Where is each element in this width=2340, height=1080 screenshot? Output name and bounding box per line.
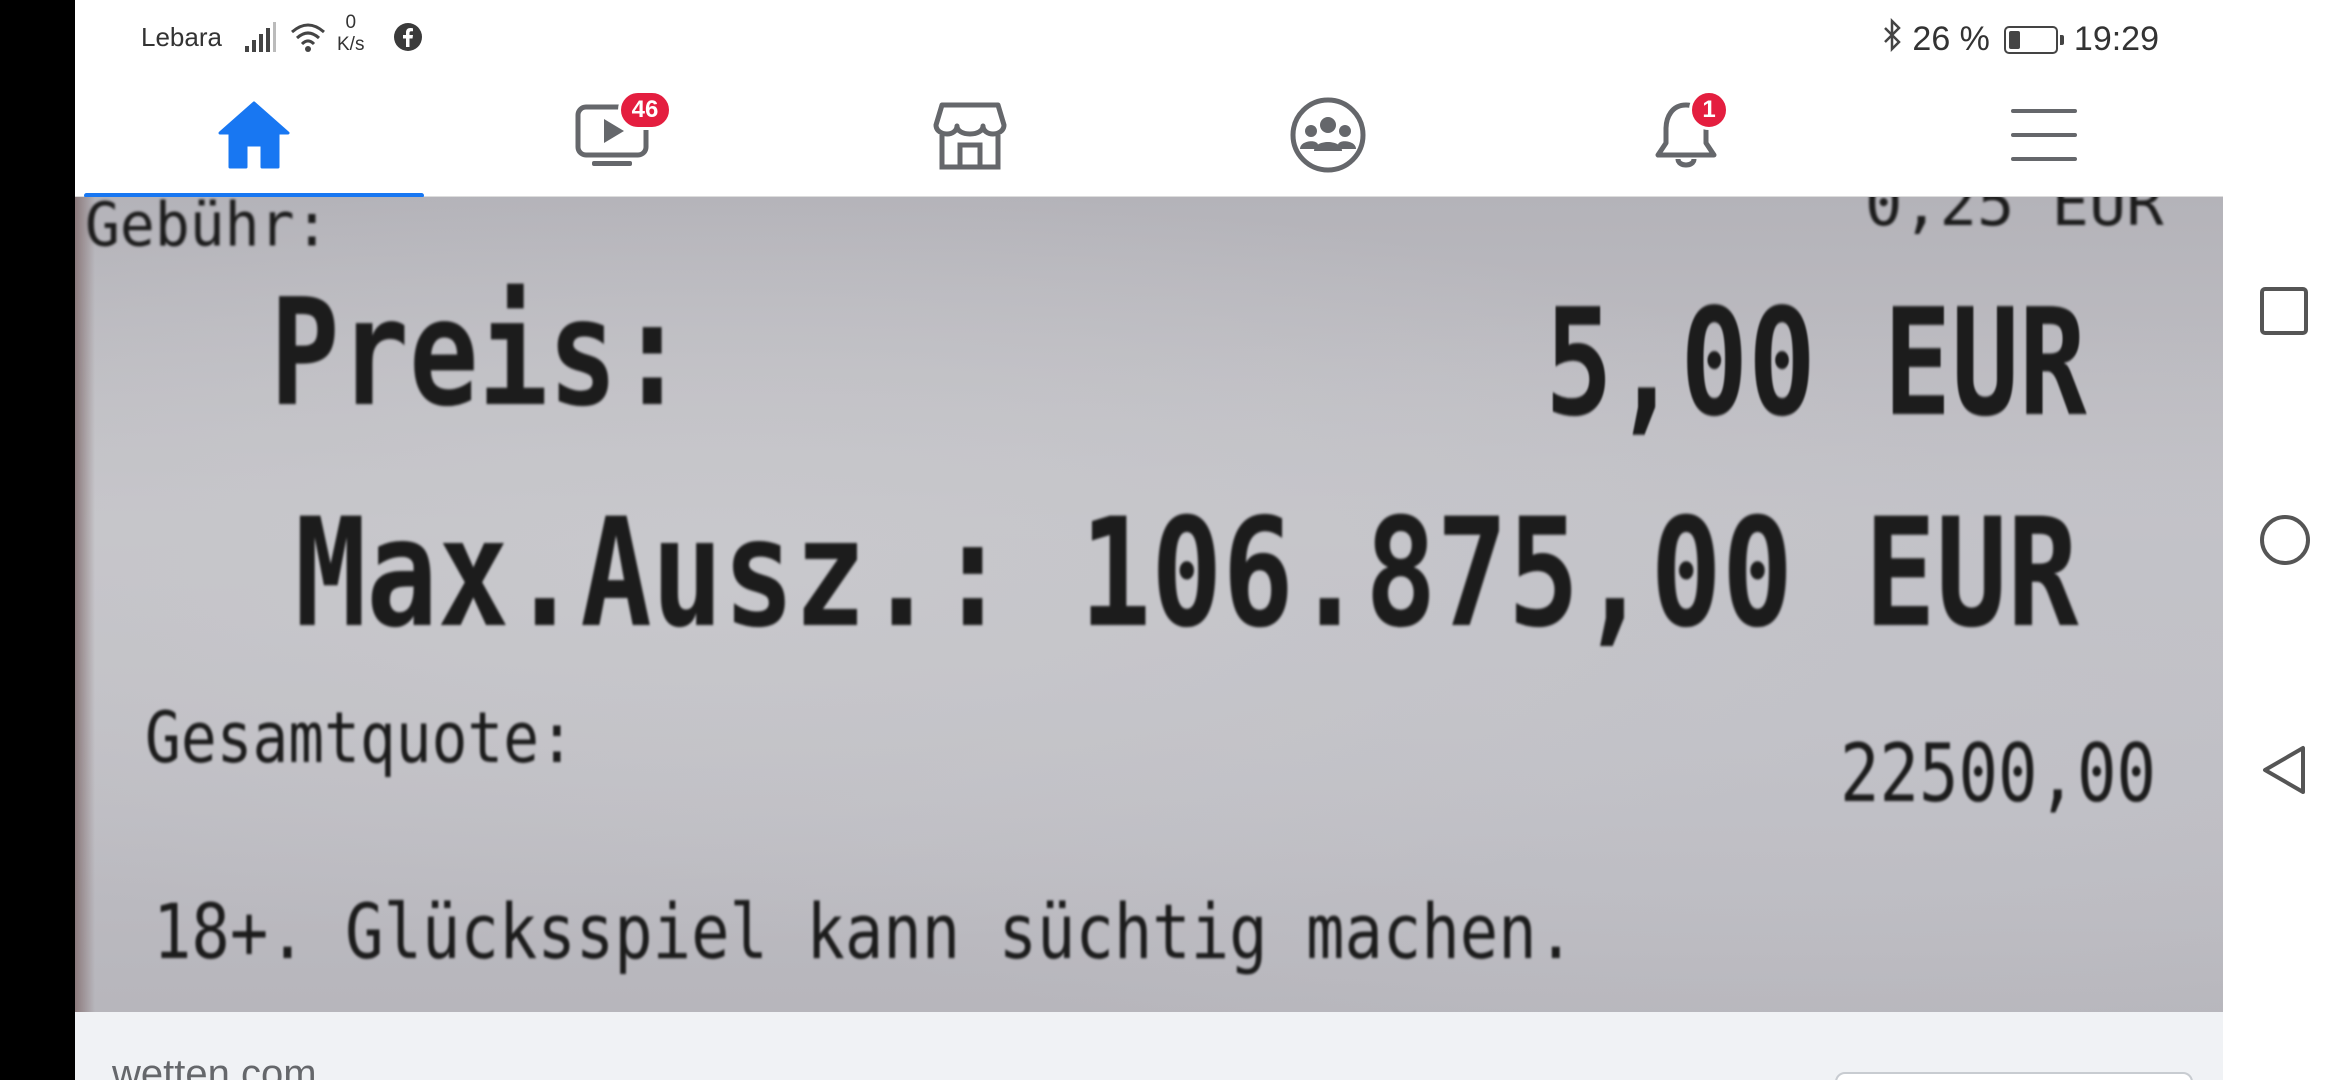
photo-edge-shade: [75, 197, 95, 1012]
tab-menu[interactable]: [1865, 78, 2223, 196]
circle-icon: [2259, 515, 2311, 570]
tab-watch[interactable]: 46: [433, 78, 791, 196]
receipt-line-total-odds-label: Gesamtquote:: [145, 697, 575, 779]
network-speed-value: 0: [345, 12, 357, 33]
status-bar: Lebara 0 K/s 26 % 19:29: [75, 0, 2223, 78]
android-navigation-bar: [2223, 0, 2340, 1080]
home-button[interactable]: [2259, 514, 2311, 571]
receipt-line-price-label: Preis:: [270, 267, 688, 439]
battery-fill: [2008, 30, 2020, 49]
link-domain: wetten.com: [112, 1052, 317, 1080]
marketplace-store-icon: [932, 99, 1008, 176]
clock: 19:29: [2073, 20, 2159, 58]
hamburger-menu-icon: [2009, 105, 2079, 170]
receipt-line-price-value: 5,00 EUR: [1545, 277, 2087, 449]
tab-groups[interactable]: [1149, 78, 1507, 196]
notifications-badge: 1: [1689, 90, 1729, 130]
square-icon: [2259, 287, 2309, 340]
tab-home[interactable]: [75, 78, 433, 198]
watch-badge: 46: [618, 90, 672, 130]
network-speed-unit: K/s: [337, 34, 365, 55]
battery-icon: [2003, 25, 2064, 54]
right-status-group: 26 % 19:29: [1882, 17, 2159, 61]
wifi-icon: [289, 20, 327, 54]
carrier-name: Lebara: [141, 22, 222, 52]
receipt-line-warning: 18+. Glücksspiel kann süchtig machen.: [153, 887, 1576, 976]
tab-notifications[interactable]: 1: [1507, 78, 1865, 196]
back-button[interactable]: [2259, 744, 2311, 801]
tab-marketplace[interactable]: [791, 78, 1149, 196]
phone-screen: Lebara 0 K/s 26 % 19:29 46 1 Gebühr: 0,2…: [75, 0, 2223, 1080]
link-preview[interactable]: wetten.com: [75, 1012, 2223, 1080]
link-action-button[interactable]: [1835, 1072, 2193, 1080]
battery-percent: 26 %: [1912, 20, 1990, 58]
recent-apps-button[interactable]: [2259, 286, 2309, 341]
bluetooth-icon: [1882, 17, 1904, 61]
triangle-back-icon: [2259, 746, 2311, 800]
home-icon: [216, 99, 292, 176]
receipt-line-max-payout: Max.Ausz.: 106.875,00 EUR: [295, 487, 2079, 661]
receipt-line-fee-label: Gebühr:: [85, 197, 330, 261]
post-photo[interactable]: Gebühr: 0,25 EUR Preis: 5,00 EUR Max.Aus…: [75, 197, 2223, 1012]
network-speed: 0 K/s: [337, 12, 364, 56]
groups-icon: [1288, 95, 1368, 180]
signal-strength-icon: [243, 20, 277, 54]
facebook-notification-icon: [393, 22, 423, 52]
receipt-line-fee-value: 0,25 EUR: [1865, 197, 2164, 240]
receipt-line-total-odds-value: 22500,00: [1840, 727, 2156, 820]
facebook-tab-bar: 46 1: [75, 78, 2223, 198]
